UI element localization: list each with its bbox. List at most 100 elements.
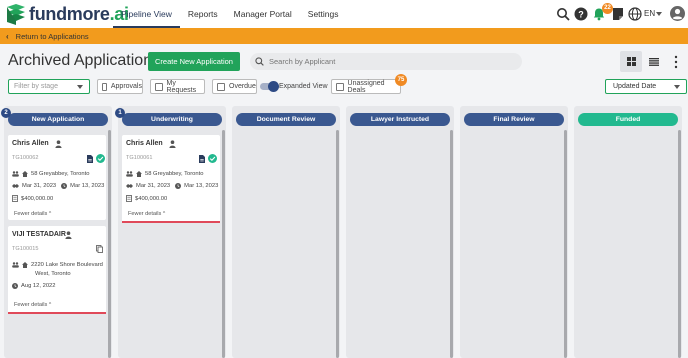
globe-icon[interactable] xyxy=(628,7,642,21)
column-underwriting: Underwriting 1 Chris Allen TG100061 58 G… xyxy=(115,106,226,358)
people-icon xyxy=(126,171,133,177)
application-id: TG100062 xyxy=(12,155,39,161)
filter-by-stage-select[interactable]: Filter by stage xyxy=(8,79,90,94)
expanded-view-toggle[interactable] xyxy=(260,81,279,92)
handshake-icon xyxy=(12,184,19,188)
handshake-icon xyxy=(126,184,133,188)
chevron-up-icon: ^ xyxy=(162,211,166,217)
page-title: Archived Applications xyxy=(8,52,161,69)
application-card[interactable]: VIJI TESTADAIR TG100015 2220 Lake Shore … xyxy=(8,226,106,314)
search-input[interactable] xyxy=(269,57,509,66)
column-count-badge: 2 xyxy=(1,108,11,118)
user-icon xyxy=(169,140,176,148)
home-icon xyxy=(136,171,142,177)
column-document-review: Document Review xyxy=(232,106,340,358)
overdue-label: Overdue xyxy=(229,83,256,90)
column-header: Final Review xyxy=(464,113,564,126)
nav-manager-portal[interactable]: Manager Portal xyxy=(226,0,300,28)
loan-amount: $400,000.00 xyxy=(21,195,54,202)
column-scrollbar[interactable] xyxy=(336,130,339,358)
date-closing: Mar 31, 2023 xyxy=(136,183,171,189)
grid-view-icon xyxy=(626,57,636,66)
fewer-details-link[interactable]: Fewer details ^ xyxy=(128,211,165,217)
column-scrollbar[interactable] xyxy=(564,130,567,358)
nav-reports[interactable]: Reports xyxy=(180,0,226,28)
column-header: Underwriting xyxy=(122,113,222,126)
chevron-up-icon: ^ xyxy=(48,302,52,308)
fewer-details-label: Fewer details xyxy=(14,211,48,217)
fewer-details-link[interactable]: Fewer details ^ xyxy=(14,211,51,217)
fewer-details-label: Fewer details xyxy=(14,302,48,308)
date-due: Aug 12, 2022 xyxy=(21,283,56,289)
unassigned-deals-checkbox[interactable]: Unassigned Deals xyxy=(331,79,401,94)
building-icon xyxy=(12,195,18,202)
column-header: Lawyer Instructed xyxy=(350,113,450,126)
document-icon[interactable] xyxy=(87,155,93,163)
more-vert-icon[interactable] xyxy=(673,55,679,69)
applicant-name: Chris Allen xyxy=(126,140,163,147)
checkbox-box xyxy=(217,82,225,91)
help-icon[interactable]: ? xyxy=(574,7,588,21)
language-selector[interactable]: EN xyxy=(644,9,655,18)
account-icon[interactable] xyxy=(670,6,685,21)
people-icon xyxy=(12,171,19,177)
approvals-label: Approvals xyxy=(110,83,142,90)
overdue-checkbox[interactable]: Overdue xyxy=(212,79,257,94)
search-icon[interactable] xyxy=(556,7,570,21)
unassigned-deals-label: Unassigned Deals xyxy=(347,79,385,94)
checkbox-box xyxy=(336,82,344,91)
column-header: Document Review xyxy=(236,113,336,126)
home-icon xyxy=(22,262,28,268)
top-header: fundmore.ai Pipeline View Reports Manage… xyxy=(0,0,688,28)
grid-view-button[interactable] xyxy=(620,51,642,72)
column-scrollbar[interactable] xyxy=(678,130,681,358)
people-icon xyxy=(12,262,19,268)
date-due: Mar 13, 2023 xyxy=(70,183,105,189)
nav-pipeline-view[interactable]: Pipeline View xyxy=(113,0,180,28)
fewer-details-link[interactable]: Fewer details ^ xyxy=(14,302,51,308)
chevron-down-icon xyxy=(77,85,83,89)
chevron-left-icon: ‹ xyxy=(6,31,9,41)
language-caret-icon xyxy=(656,12,662,16)
create-new-application-button[interactable]: Create New Application xyxy=(148,52,240,71)
column-header: Funded xyxy=(578,113,678,126)
return-bar[interactable]: ‹ Return to Applications xyxy=(0,28,688,44)
logo-mark-icon xyxy=(7,4,25,25)
applicant-name: Chris Allen xyxy=(12,140,49,147)
my-requests-checkbox[interactable]: My Requests xyxy=(150,79,205,94)
chevron-down-icon xyxy=(674,85,680,89)
check-circle-icon xyxy=(96,154,105,163)
building-icon xyxy=(126,195,132,202)
column-scrollbar[interactable] xyxy=(222,130,225,358)
column-scrollbar[interactable] xyxy=(450,130,453,358)
note-icon[interactable] xyxy=(611,7,625,21)
column-count-badge: 1 xyxy=(115,108,125,118)
copy-icon[interactable] xyxy=(96,245,103,253)
property-address-line2: West, Toronto xyxy=(35,271,71,277)
fundmore-logo[interactable]: fundmore.ai xyxy=(5,3,129,25)
document-icon[interactable] xyxy=(199,155,205,163)
property-address: 58 Greyabbey, Toronto xyxy=(31,171,90,177)
main-nav: Pipeline View Reports Manager Portal Set… xyxy=(113,0,347,28)
sort-by-value: Updated Date xyxy=(613,83,657,90)
return-to-applications-link[interactable]: Return to Applications xyxy=(16,32,89,41)
unassigned-count-badge: 75 xyxy=(395,74,407,86)
user-icon xyxy=(65,231,72,239)
list-view-button[interactable] xyxy=(643,51,665,72)
application-id: TG100015 xyxy=(12,246,39,252)
approvals-checkbox[interactable]: Approvals xyxy=(97,79,143,94)
overdue-indicator-bar xyxy=(122,221,220,223)
column-scrollbar[interactable] xyxy=(108,130,111,358)
application-card[interactable]: Chris Allen TG100062 58 Greyabbey, Toron… xyxy=(8,135,106,220)
check-circle-icon xyxy=(208,154,217,163)
svg-text:?: ? xyxy=(578,9,584,19)
clock-icon xyxy=(175,183,182,189)
nav-settings[interactable]: Settings xyxy=(300,0,347,28)
date-closing: Mar 31, 2023 xyxy=(22,183,57,189)
search-bar[interactable] xyxy=(250,53,522,70)
date-due: Mar 13, 2023 xyxy=(184,183,219,189)
sort-by-select[interactable]: Updated Date xyxy=(605,79,687,94)
loan-amount: $400,000.00 xyxy=(135,195,168,202)
application-card[interactable]: Chris Allen TG100061 58 Greyabbey, Toron… xyxy=(122,135,220,223)
user-icon xyxy=(55,140,62,148)
